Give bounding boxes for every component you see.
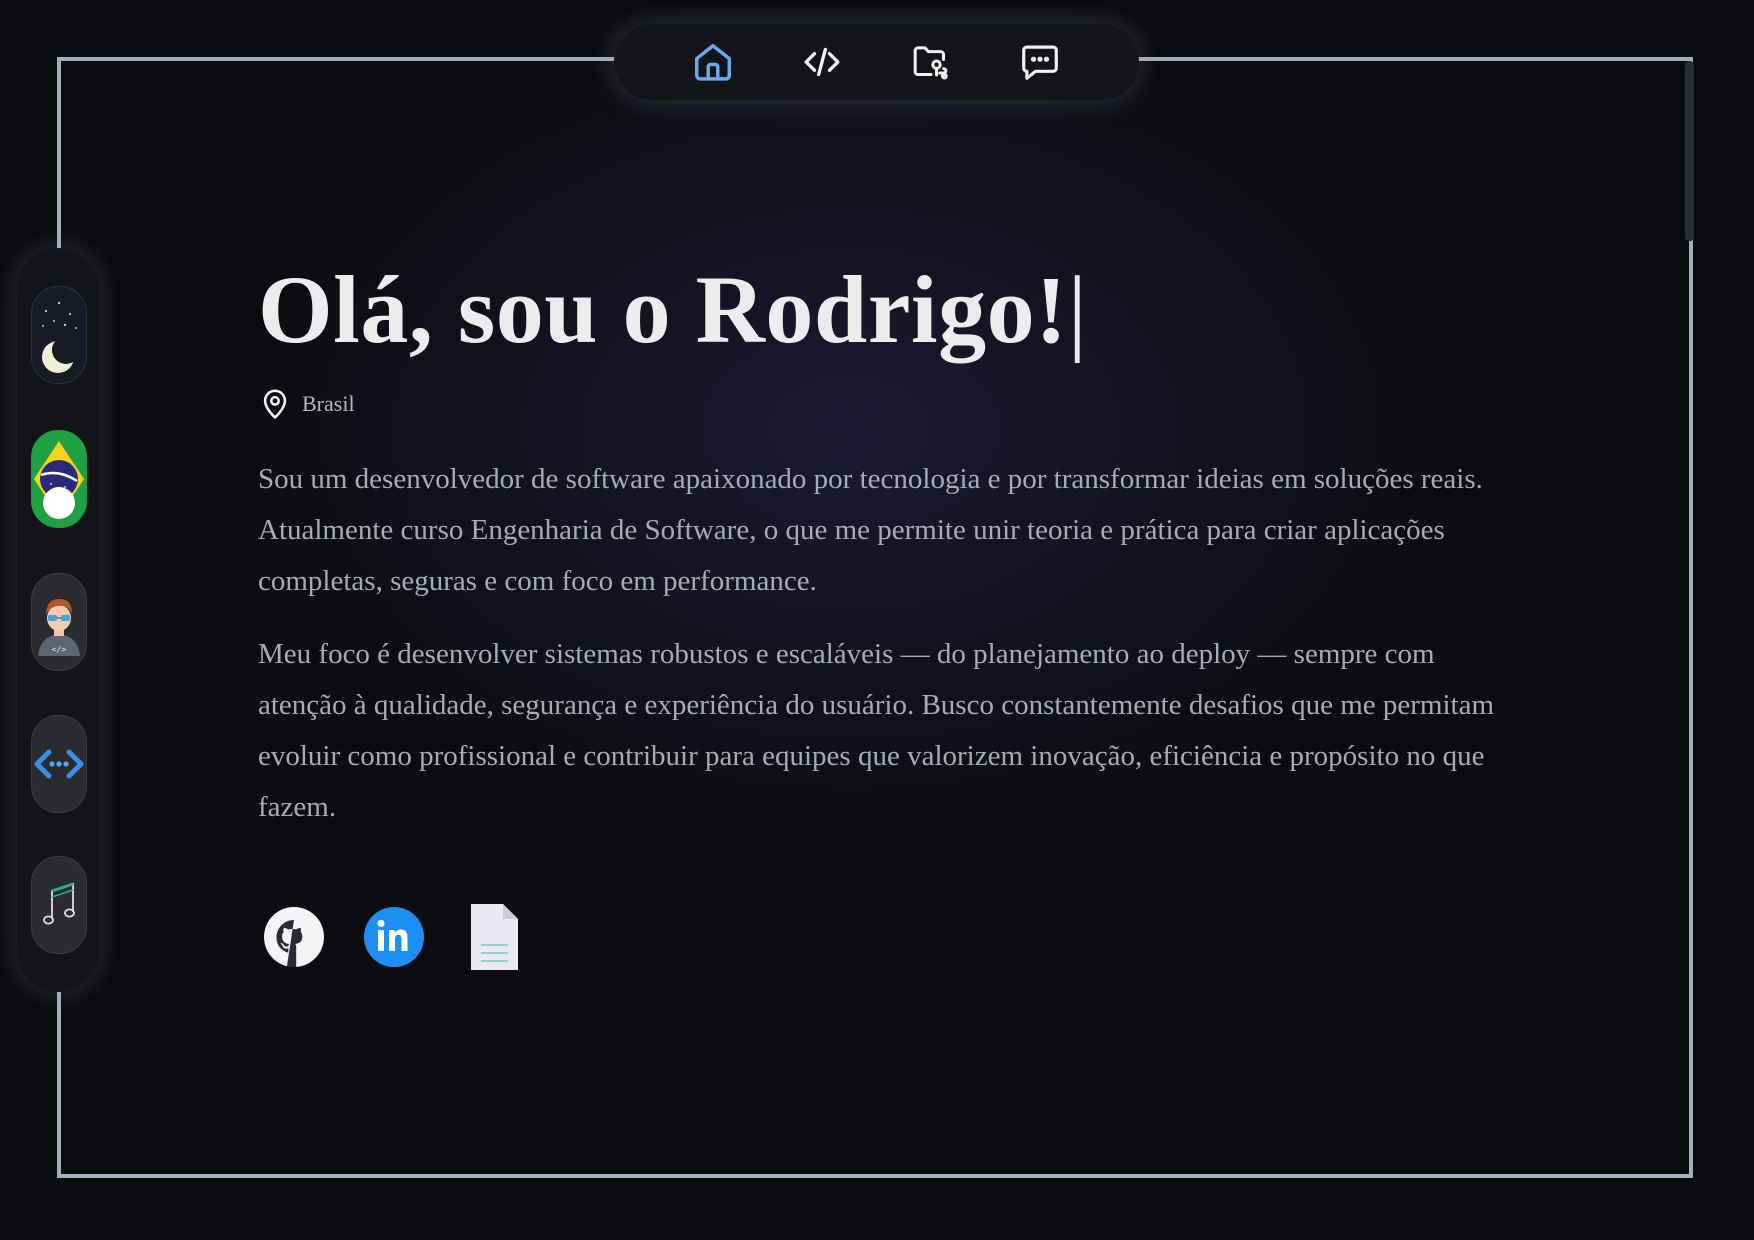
social-links xyxy=(262,902,562,972)
typing-cursor: | xyxy=(1067,256,1088,363)
dev-mode-toggle[interactable] xyxy=(31,715,87,813)
theme-toggle[interactable] xyxy=(31,286,87,384)
nav-contact-button[interactable] xyxy=(1012,34,1068,90)
resume-link[interactable] xyxy=(462,902,526,972)
github-icon xyxy=(264,907,324,967)
brazil-flag-icon xyxy=(32,431,86,527)
developer-avatar-icon: </> xyxy=(38,598,80,656)
location: Brasil xyxy=(258,384,1498,424)
nav-code-button[interactable] xyxy=(794,34,850,90)
location-text: Brasil xyxy=(302,391,355,416)
location-pin-icon xyxy=(263,389,287,419)
github-link[interactable] xyxy=(262,902,326,972)
scrollbar-thumb[interactable] xyxy=(1685,61,1694,241)
hero-title-text: Olá, sou o Rodrigo! xyxy=(258,256,1068,363)
document-icon xyxy=(471,904,518,970)
sidebar: </> xyxy=(17,248,99,992)
music-note-icon xyxy=(43,882,75,925)
folder-icon xyxy=(913,46,948,80)
linkedin-icon xyxy=(364,907,424,967)
hero-title: Olá, sou o Rodrigo!| xyxy=(258,250,1498,370)
code-brackets-icon xyxy=(34,749,84,779)
hero-section: Olá, sou o Rodrigo!| Brasil Sou um desen… xyxy=(258,250,1498,833)
page: </> Olá, sou o Rodrigo!| Brasil Sou um d… xyxy=(0,0,1754,1240)
music-toggle[interactable] xyxy=(31,856,87,954)
language-toggle[interactable] xyxy=(31,430,87,528)
bio-paragraph-2: Meu foco é desenvolver sistemas robustos… xyxy=(258,638,1495,823)
moon-icon xyxy=(42,301,80,373)
top-navigation xyxy=(614,24,1139,100)
nav-projects-button[interactable] xyxy=(903,34,959,90)
chat-icon xyxy=(1021,45,1058,80)
svg-text:</>: </> xyxy=(52,645,67,654)
linkedin-link[interactable] xyxy=(362,902,426,972)
bio-paragraph-1: Sou um desenvolvedor de software apaixon… xyxy=(258,463,1483,597)
nav-home-button[interactable] xyxy=(685,34,741,90)
avatar-button[interactable]: </> xyxy=(31,573,87,671)
home-icon xyxy=(695,43,732,81)
code-icon xyxy=(804,47,840,77)
